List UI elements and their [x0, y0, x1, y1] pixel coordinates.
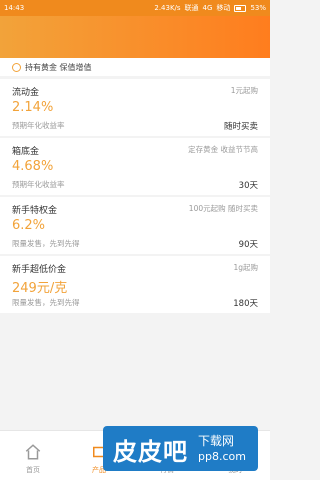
watermark-line2: pp8.com — [198, 450, 246, 463]
hero-banner — [0, 16, 270, 58]
product-rate: 2.14% — [12, 100, 54, 115]
watermark-brand: 皮皮吧 — [113, 438, 188, 466]
section-header: 持有黄金 保值增值 — [0, 58, 270, 76]
watermark-line1: 下载网 — [198, 434, 235, 448]
battery-icon — [234, 4, 247, 12]
status-right: 2.43K/s 联通 4G 移动 53% — [154, 3, 266, 13]
product-term: 30天 — [238, 181, 258, 191]
status-time: 14:43 — [4, 4, 25, 12]
watermark-logo: 皮皮吧 下载网 pp8.com — [103, 426, 258, 471]
ring-icon — [12, 62, 21, 72]
product-rate-label: 预期年化收益率 — [12, 180, 65, 189]
product-tag: 100元起购 随时买卖 — [188, 204, 258, 213]
carrier-1: 联通 — [184, 4, 199, 12]
product-card[interactable]: 箱底金 定存黄金 收益节节高 4.68% 预期年化收益率 30天 — [0, 138, 270, 195]
product-card[interactable]: 新手超低价金 1g起购 249元/克 限量发售，先到先得 180天 — [0, 256, 270, 313]
product-rate-label: 预期年化收益率 — [12, 121, 65, 130]
status-bar: 14:43 2.43K/s 联通 4G 移动 53% — [0, 0, 270, 16]
product-term: 随时买卖 — [223, 122, 258, 132]
product-tag: 1g起购 — [233, 263, 258, 272]
product-card[interactable]: 流动金 1元起购 2.14% 预期年化收益率 随时买卖 — [0, 79, 270, 136]
product-rate: 6.2% — [12, 218, 46, 233]
product-tag: 定存黄金 收益节节高 — [188, 145, 258, 154]
product-title: 新手特权金 — [12, 206, 58, 216]
product-term: 90天 — [238, 240, 258, 250]
nav-item-home[interactable]: 首页 — [6, 443, 60, 479]
product-rate-label: 限量发售，先到先得 — [12, 298, 80, 307]
product-title: 流动金 — [12, 88, 40, 98]
net-1: 4G — [202, 4, 213, 12]
product-rate-label: 限量发售，先到先得 — [12, 239, 80, 248]
product-title: 新手超低价金 — [12, 265, 67, 275]
battery-percent: 53% — [250, 4, 266, 12]
product-rate: 4.68% — [12, 159, 54, 174]
product-title: 箱底金 — [12, 147, 40, 157]
product-term: 180天 — [233, 299, 258, 309]
home-icon — [25, 444, 41, 460]
product-rate: 249元/克 — [12, 281, 68, 296]
carrier-2: 移动 — [216, 4, 231, 12]
network-speed: 2.43K/s — [154, 4, 181, 12]
product-card[interactable]: 新手特权金 100元起购 随时买卖 6.2% 限量发售，先到先得 90天 — [0, 197, 270, 254]
nav-label: 首页 — [26, 466, 40, 474]
section-header-text: 持有黄金 保值增值 — [25, 62, 92, 72]
product-tag: 1元起购 — [230, 86, 258, 95]
